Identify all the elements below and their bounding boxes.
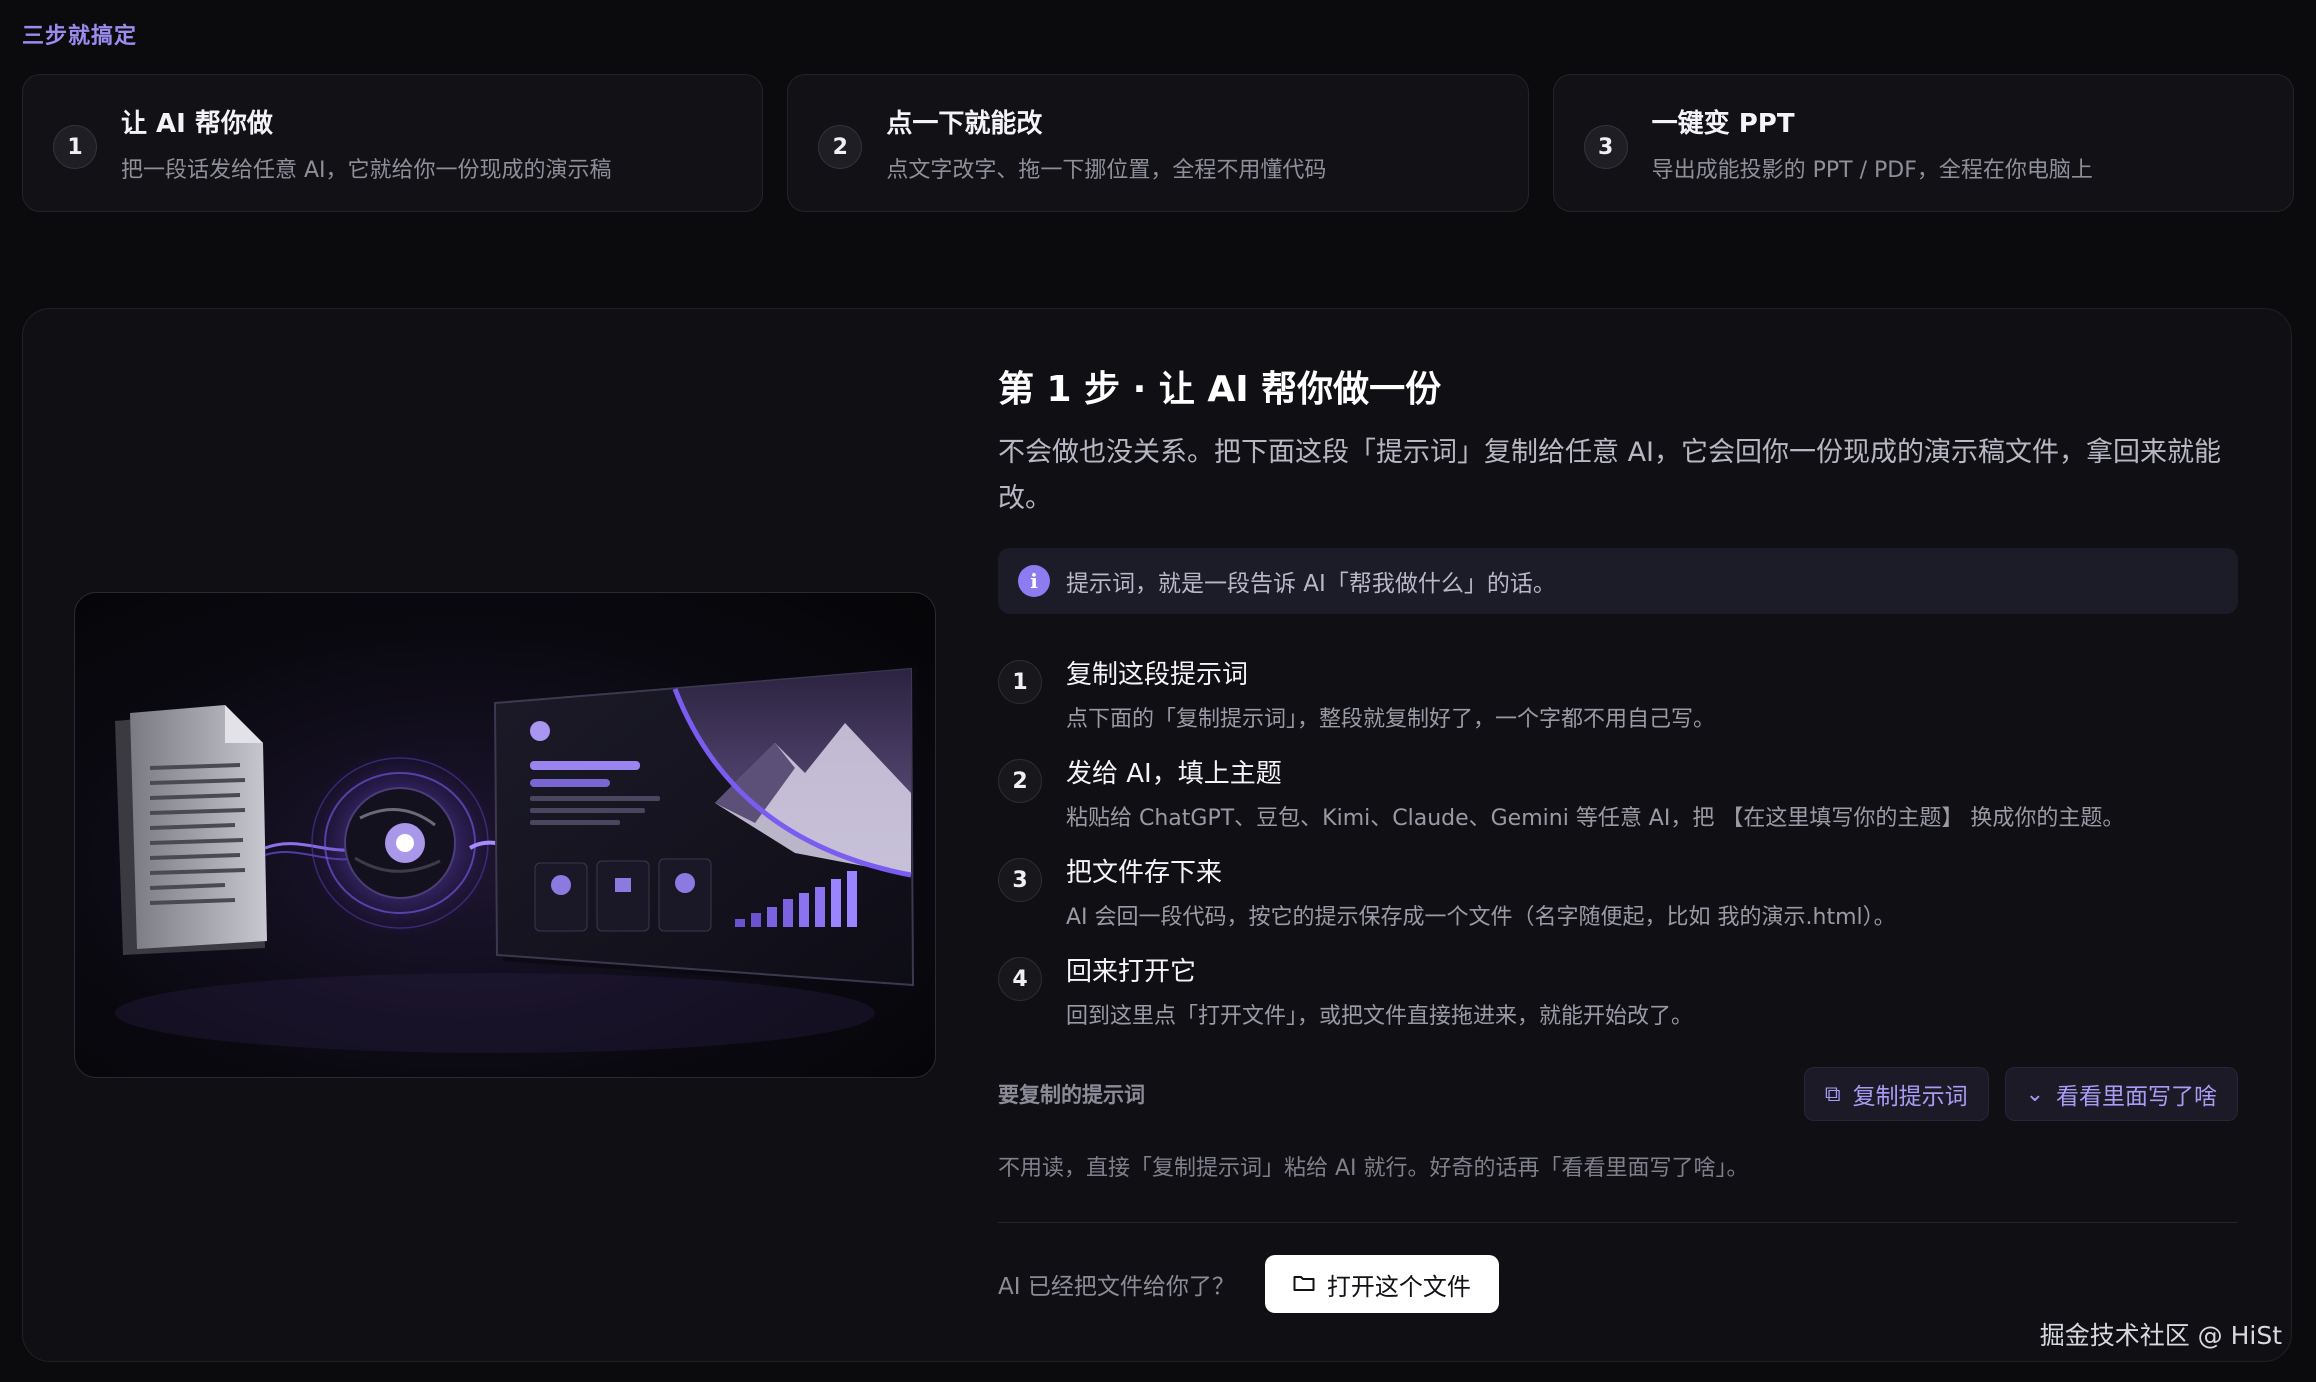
step-desc: 点文字改字、拖一下挪位置，全程不用懂代码 [886, 157, 1327, 183]
substep-title: 把文件存下来 [1066, 858, 1223, 888]
view-prompt-label: 看看里面写了啥 [2056, 1084, 2217, 1110]
open-file-label: AI 已经把文件给你了？ [998, 1274, 1235, 1300]
prompt-toolbar: 要复制的提示词 ⧉ 复制提示词 ⌄ 看看里面写了啥 [998, 1066, 2238, 1122]
section-label: 三步就搞定 [22, 24, 138, 49]
substep-number: 2 [998, 759, 1042, 803]
substep-desc: 回到这里点「打开文件」，或把文件直接拖进来，就能开始改了。 [1066, 1004, 1694, 1029]
hero-illustration [74, 592, 936, 1078]
step-number: 1 [53, 125, 97, 169]
steps-overview: 1 让 AI 帮你做 把一段话发给任意 AI，它就给你一份现成的演示稿 2 点一… [22, 74, 2294, 212]
page-title: 第 1 步 · 让 AI 帮你做一份 [998, 369, 1442, 410]
step-desc: 导出成能投影的 PPT / PDF，全程在你电脑上 [1651, 157, 2093, 183]
ai-orb-icon [305, 748, 495, 938]
open-file-button-label: 打开这个文件 [1326, 1272, 1471, 1301]
list-item: 2 发给 AI，填上主题 粘贴给 ChatGPT、豆包、Kimi、Claude、… [998, 753, 2238, 852]
step-card-2: 2 点一下就能改 点文字改字、拖一下挪位置，全程不用懂代码 [787, 74, 1529, 212]
substep-list: 1 复制这段提示词 点下面的「复制提示词」，整段就复制好了，一个字都不用自己写。… [998, 654, 2238, 1050]
divider [998, 1222, 2238, 1223]
step-card-3: 3 一键变 PPT 导出成能投影的 PPT / PDF，全程在你电脑上 [1552, 74, 2294, 212]
substep-number: 3 [998, 858, 1042, 902]
prompt-label: 要复制的提示词 [998, 1083, 1145, 1107]
step-title: 点一下就能改 [886, 108, 1043, 139]
hint-text: 不用读，直接「复制提示词」粘给 AI 就行。好奇的话再「看看里面写了啥」。 [998, 1156, 1749, 1181]
substep-desc: 粘贴给 ChatGPT、豆包、Kimi、Claude、Gemini 等任意 AI… [1066, 806, 2125, 831]
step-title: 一键变 PPT [1651, 108, 1795, 139]
list-item: 4 回来打开它 回到这里点「打开文件」，或把文件直接拖进来，就能开始改了。 [998, 951, 2238, 1050]
info-icon: i [1018, 565, 1050, 597]
substep-title: 发给 AI，填上主题 [1066, 759, 1282, 789]
info-text: 提示词，就是一段告诉 AI「帮我做什么」的话。 [1066, 571, 1556, 597]
substep-title: 复制这段提示词 [1066, 660, 1249, 690]
substep-desc: 点下面的「复制提示词」，整段就复制好了，一个字都不用自己写。 [1066, 707, 1716, 732]
step-number: 3 [1583, 125, 1628, 169]
open-file-button[interactable]: 打开这个文件 [1264, 1255, 1499, 1313]
step-desc: 把一段话发给任意 AI，它就给你一份现成的演示稿 [121, 157, 612, 183]
view-prompt-button[interactable]: ⌄ 看看里面写了啥 [2004, 1067, 2238, 1121]
folder-icon [1293, 1270, 1315, 1298]
step-title: 让 AI 帮你做 [121, 108, 273, 139]
list-item: 3 把文件存下来 AI 会回一段代码，按它的提示保存成一个文件（名字随便起，比如… [998, 852, 2238, 951]
document-icon [115, 705, 267, 955]
substep-number: 4 [998, 957, 1042, 1001]
lead-paragraph: 不会做也没关系。把下面这段「提示词」复制给任意 AI，它会回你一份现成的演示稿文… [998, 437, 2222, 514]
step-1-content: 第 1 步 · 让 AI 帮你做一份 不会做也没关系。把下面这段「提示词」复制给… [998, 360, 2238, 1313]
watermark: 掘金技术社区 @ HiSt [2039, 1321, 2282, 1350]
slide-mockup-icon [493, 665, 921, 991]
chevron-down-icon: ⌄ [2025, 1081, 2044, 1107]
substep-number: 1 [998, 660, 1042, 704]
copy-prompt-label: 复制提示词 [1852, 1084, 1968, 1110]
copy-prompt-button[interactable]: ⧉ 复制提示词 [1803, 1067, 1989, 1121]
info-callout: i 提示词，就是一段告诉 AI「帮我做什么」的话。 [998, 548, 2238, 614]
open-file-row: AI 已经把文件给你了？ 打开这个文件 [998, 1255, 2238, 1313]
list-item: 1 复制这段提示词 点下面的「复制提示词」，整段就复制好了，一个字都不用自己写。 [998, 654, 2238, 753]
substep-desc: AI 会回一段代码，按它的提示保存成一个文件（名字随便起，比如 我的演示.htm… [1066, 905, 1896, 930]
substep-title: 回来打开它 [1066, 957, 1197, 987]
copy-icon: ⧉ [1824, 1081, 1841, 1107]
step-number: 2 [818, 125, 863, 169]
step-card-1: 1 让 AI 帮你做 把一段话发给任意 AI，它就给你一份现成的演示稿 [22, 74, 764, 212]
